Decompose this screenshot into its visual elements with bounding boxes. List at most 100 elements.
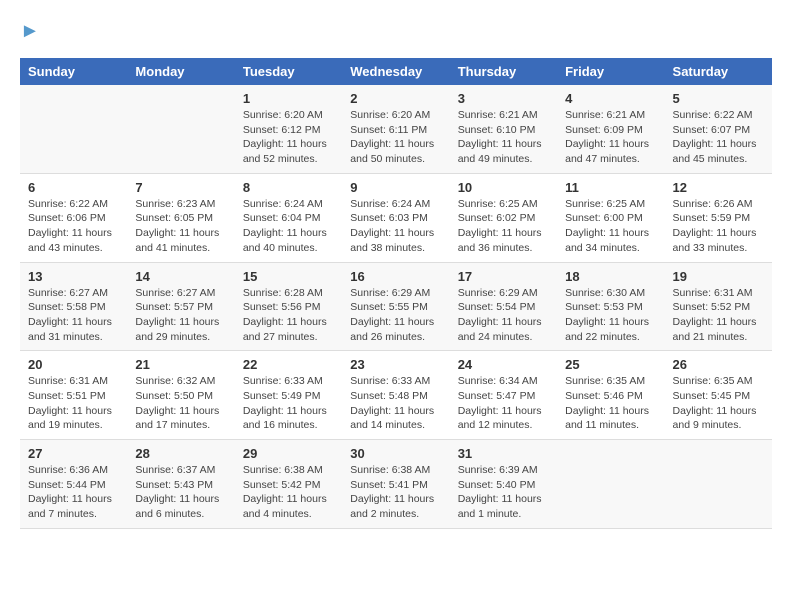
- day-number: 24: [458, 357, 549, 372]
- day-number: 22: [243, 357, 334, 372]
- calendar-cell: 22 Sunrise: 6:33 AM Sunset: 5:49 PM Dayli…: [235, 351, 342, 440]
- day-info: Sunrise: 6:31 AM Sunset: 5:52 PM Dayligh…: [673, 286, 764, 345]
- logo: ►: [20, 20, 40, 42]
- week-row-4: 20 Sunrise: 6:31 AM Sunset: 5:51 PM Dayli…: [20, 351, 772, 440]
- day-number: 20: [28, 357, 119, 372]
- calendar-cell: 30 Sunrise: 6:38 AM Sunset: 5:41 PM Dayli…: [342, 440, 449, 529]
- day-info: Sunrise: 6:33 AM Sunset: 5:49 PM Dayligh…: [243, 374, 334, 433]
- calendar-cell: 1 Sunrise: 6:20 AM Sunset: 6:12 PM Daylig…: [235, 85, 342, 173]
- day-info: Sunrise: 6:29 AM Sunset: 5:54 PM Dayligh…: [458, 286, 549, 345]
- calendar-cell: 23 Sunrise: 6:33 AM Sunset: 5:48 PM Dayli…: [342, 351, 449, 440]
- day-info: Sunrise: 6:25 AM Sunset: 6:00 PM Dayligh…: [565, 197, 656, 256]
- calendar-cell: 3 Sunrise: 6:21 AM Sunset: 6:10 PM Daylig…: [450, 85, 557, 173]
- calendar-cell: [20, 85, 127, 173]
- day-info: Sunrise: 6:35 AM Sunset: 5:46 PM Dayligh…: [565, 374, 656, 433]
- day-number: 17: [458, 269, 549, 284]
- day-info: Sunrise: 6:20 AM Sunset: 6:12 PM Dayligh…: [243, 108, 334, 167]
- calendar-table: SundayMondayTuesdayWednesdayThursdayFrid…: [20, 58, 772, 529]
- logo-text: ►: [20, 20, 40, 42]
- day-number: 2: [350, 91, 441, 106]
- day-number: 6: [28, 180, 119, 195]
- day-number: 3: [458, 91, 549, 106]
- calendar-cell: 17 Sunrise: 6:29 AM Sunset: 5:54 PM Dayli…: [450, 262, 557, 351]
- weekday-header-saturday: Saturday: [665, 58, 772, 85]
- day-number: 14: [135, 269, 226, 284]
- day-number: 27: [28, 446, 119, 461]
- weekday-header-tuesday: Tuesday: [235, 58, 342, 85]
- calendar-cell: 18 Sunrise: 6:30 AM Sunset: 5:53 PM Dayli…: [557, 262, 664, 351]
- calendar-cell: 19 Sunrise: 6:31 AM Sunset: 5:52 PM Dayli…: [665, 262, 772, 351]
- day-info: Sunrise: 6:24 AM Sunset: 6:04 PM Dayligh…: [243, 197, 334, 256]
- day-number: 30: [350, 446, 441, 461]
- calendar-cell: [665, 440, 772, 529]
- day-number: 18: [565, 269, 656, 284]
- calendar-cell: 25 Sunrise: 6:35 AM Sunset: 5:46 PM Dayli…: [557, 351, 664, 440]
- calendar-cell: 28 Sunrise: 6:37 AM Sunset: 5:43 PM Dayli…: [127, 440, 234, 529]
- week-row-3: 13 Sunrise: 6:27 AM Sunset: 5:58 PM Dayli…: [20, 262, 772, 351]
- page-header: ►: [20, 20, 772, 42]
- calendar-cell: 6 Sunrise: 6:22 AM Sunset: 6:06 PM Daylig…: [20, 173, 127, 262]
- day-info: Sunrise: 6:37 AM Sunset: 5:43 PM Dayligh…: [135, 463, 226, 522]
- day-info: Sunrise: 6:28 AM Sunset: 5:56 PM Dayligh…: [243, 286, 334, 345]
- calendar-cell: 11 Sunrise: 6:25 AM Sunset: 6:00 PM Dayli…: [557, 173, 664, 262]
- calendar-cell: [127, 85, 234, 173]
- calendar-cell: 31Sunrise: 6:39 AM Sunset: 5:40 PM Dayli…: [450, 440, 557, 529]
- day-number: 13: [28, 269, 119, 284]
- weekday-header-thursday: Thursday: [450, 58, 557, 85]
- calendar-cell: 8Sunrise: 6:24 AM Sunset: 6:04 PM Daylig…: [235, 173, 342, 262]
- calendar-cell: 5 Sunrise: 6:22 AM Sunset: 6:07 PM Daylig…: [665, 85, 772, 173]
- calendar-cell: 2Sunrise: 6:20 AM Sunset: 6:11 PM Daylig…: [342, 85, 449, 173]
- weekday-header-row: SundayMondayTuesdayWednesdayThursdayFrid…: [20, 58, 772, 85]
- calendar-cell: 14 Sunrise: 6:27 AM Sunset: 5:57 PM Dayli…: [127, 262, 234, 351]
- calendar-cell: 9 Sunrise: 6:24 AM Sunset: 6:03 PM Daylig…: [342, 173, 449, 262]
- week-row-5: 27 Sunrise: 6:36 AM Sunset: 5:44 PM Dayli…: [20, 440, 772, 529]
- day-number: 11: [565, 180, 656, 195]
- day-number: 23: [350, 357, 441, 372]
- calendar-cell: 7 Sunrise: 6:23 AM Sunset: 6:05 PM Daylig…: [127, 173, 234, 262]
- day-info: Sunrise: 6:33 AM Sunset: 5:48 PM Dayligh…: [350, 374, 441, 433]
- weekday-header-sunday: Sunday: [20, 58, 127, 85]
- calendar-cell: 24Sunrise: 6:34 AM Sunset: 5:47 PM Dayli…: [450, 351, 557, 440]
- day-info: Sunrise: 6:22 AM Sunset: 6:07 PM Dayligh…: [673, 108, 764, 167]
- day-number: 12: [673, 180, 764, 195]
- day-info: Sunrise: 6:29 AM Sunset: 5:55 PM Dayligh…: [350, 286, 441, 345]
- day-number: 16: [350, 269, 441, 284]
- weekday-header-wednesday: Wednesday: [342, 58, 449, 85]
- day-number: 25: [565, 357, 656, 372]
- week-row-2: 6 Sunrise: 6:22 AM Sunset: 6:06 PM Daylig…: [20, 173, 772, 262]
- day-info: Sunrise: 6:35 AM Sunset: 5:45 PM Dayligh…: [673, 374, 764, 433]
- day-info: Sunrise: 6:23 AM Sunset: 6:05 PM Dayligh…: [135, 197, 226, 256]
- weekday-header-monday: Monday: [127, 58, 234, 85]
- calendar-cell: 12 Sunrise: 6:26 AM Sunset: 5:59 PM Dayli…: [665, 173, 772, 262]
- day-number: 21: [135, 357, 226, 372]
- day-number: 5: [673, 91, 764, 106]
- day-number: 28: [135, 446, 226, 461]
- day-number: 7: [135, 180, 226, 195]
- day-info: Sunrise: 6:30 AM Sunset: 5:53 PM Dayligh…: [565, 286, 656, 345]
- day-info: Sunrise: 6:38 AM Sunset: 5:41 PM Dayligh…: [350, 463, 441, 522]
- calendar-cell: 29 Sunrise: 6:38 AM Sunset: 5:42 PM Dayli…: [235, 440, 342, 529]
- calendar-cell: 27 Sunrise: 6:36 AM Sunset: 5:44 PM Dayli…: [20, 440, 127, 529]
- day-number: 4: [565, 91, 656, 106]
- day-info: Sunrise: 6:25 AM Sunset: 6:02 PM Dayligh…: [458, 197, 549, 256]
- day-number: 1: [243, 91, 334, 106]
- day-info: Sunrise: 6:31 AM Sunset: 5:51 PM Dayligh…: [28, 374, 119, 433]
- calendar-cell: [557, 440, 664, 529]
- calendar-cell: 4 Sunrise: 6:21 AM Sunset: 6:09 PM Daylig…: [557, 85, 664, 173]
- calendar-cell: 10Sunrise: 6:25 AM Sunset: 6:02 PM Dayli…: [450, 173, 557, 262]
- day-number: 19: [673, 269, 764, 284]
- day-info: Sunrise: 6:36 AM Sunset: 5:44 PM Dayligh…: [28, 463, 119, 522]
- day-info: Sunrise: 6:22 AM Sunset: 6:06 PM Dayligh…: [28, 197, 119, 256]
- day-info: Sunrise: 6:21 AM Sunset: 6:09 PM Dayligh…: [565, 108, 656, 167]
- day-info: Sunrise: 6:21 AM Sunset: 6:10 PM Dayligh…: [458, 108, 549, 167]
- day-info: Sunrise: 6:24 AM Sunset: 6:03 PM Dayligh…: [350, 197, 441, 256]
- day-info: Sunrise: 6:38 AM Sunset: 5:42 PM Dayligh…: [243, 463, 334, 522]
- week-row-1: 1 Sunrise: 6:20 AM Sunset: 6:12 PM Daylig…: [20, 85, 772, 173]
- day-info: Sunrise: 6:26 AM Sunset: 5:59 PM Dayligh…: [673, 197, 764, 256]
- calendar-cell: 26Sunrise: 6:35 AM Sunset: 5:45 PM Dayli…: [665, 351, 772, 440]
- day-number: 29: [243, 446, 334, 461]
- day-info: Sunrise: 6:27 AM Sunset: 5:57 PM Dayligh…: [135, 286, 226, 345]
- day-number: 9: [350, 180, 441, 195]
- day-info: Sunrise: 6:27 AM Sunset: 5:58 PM Dayligh…: [28, 286, 119, 345]
- day-info: Sunrise: 6:32 AM Sunset: 5:50 PM Dayligh…: [135, 374, 226, 433]
